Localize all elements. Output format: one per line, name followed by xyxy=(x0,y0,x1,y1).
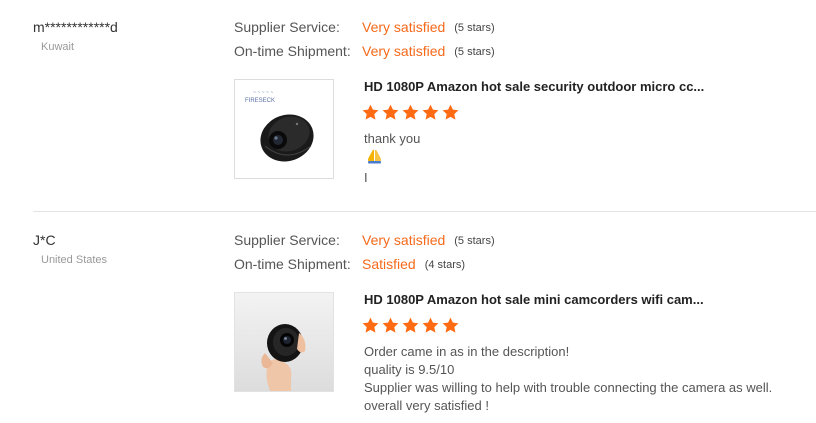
buyer-country: Kuwait xyxy=(41,41,75,53)
star-icon xyxy=(402,317,419,333)
product-thumbnail[interactable]: ~ ~ ~ ~ ~ FIRESECK xyxy=(234,79,334,179)
review-list: m************d Kuwait Supplier Service: … xyxy=(0,0,816,423)
star-icon xyxy=(442,317,459,333)
shipment-stars: (4 stars) xyxy=(424,259,466,271)
review-text-line: overall very satisfied ! xyxy=(364,398,489,413)
thumb-brand-text: FIRESECK xyxy=(245,98,275,104)
product-title[interactable]: HD 1080P Amazon hot sale mini camcorders… xyxy=(364,292,704,307)
supplier-service-value: Very satisfied xyxy=(362,19,446,35)
star-icon xyxy=(362,317,379,333)
folded-hands-icon xyxy=(366,148,418,169)
supplier-service-label: Supplier Service: xyxy=(234,232,340,248)
star-icon xyxy=(422,317,439,333)
product-rating-stars xyxy=(362,317,459,335)
star-icon xyxy=(382,317,399,333)
review-text-line: Order came in as in the description! xyxy=(364,344,570,359)
svg-text:~ ~ ~ ~ ~: ~ ~ ~ ~ ~ xyxy=(253,90,273,96)
review-text-line: quality is 9.5/10 xyxy=(364,362,455,377)
review-text-part: I xyxy=(364,170,368,185)
supplier-service-stars: (5 stars) xyxy=(454,22,495,34)
star-icon xyxy=(402,104,419,120)
shipment-label: On-time Shipment: xyxy=(234,256,351,272)
buyer-name: m************d xyxy=(33,19,118,35)
review-text-part: thank you xyxy=(364,131,421,146)
star-icon xyxy=(382,104,399,120)
star-icon xyxy=(362,104,379,120)
supplier-service-value: Very satisfied xyxy=(362,232,446,248)
review-text: thank you I xyxy=(364,130,420,187)
product-thumbnail[interactable] xyxy=(234,292,334,392)
buyer-country: United States xyxy=(41,254,108,266)
review-item: J*C United States Supplier Service: Very… xyxy=(0,212,816,423)
review-item: m************d Kuwait Supplier Service: … xyxy=(0,0,816,211)
shipment-value: Satisfied xyxy=(362,256,416,272)
shipment-label: On-time Shipment: xyxy=(234,43,351,59)
product-rating-stars xyxy=(362,104,459,122)
product-title[interactable]: HD 1080P Amazon hot sale security outdoo… xyxy=(364,79,704,94)
review-text-line: Supplier was willing to help with troubl… xyxy=(364,380,773,395)
supplier-service-label: Supplier Service: xyxy=(234,19,340,35)
buyer-name: J*C xyxy=(33,232,56,248)
review-text: Order came in as in the description! qua… xyxy=(364,343,772,415)
star-icon xyxy=(422,104,439,120)
shipment-value: Very satisfied xyxy=(362,43,446,59)
supplier-service-stars: (5 stars) xyxy=(454,235,495,247)
shipment-stars: (5 stars) xyxy=(454,46,495,58)
star-icon xyxy=(442,104,459,120)
